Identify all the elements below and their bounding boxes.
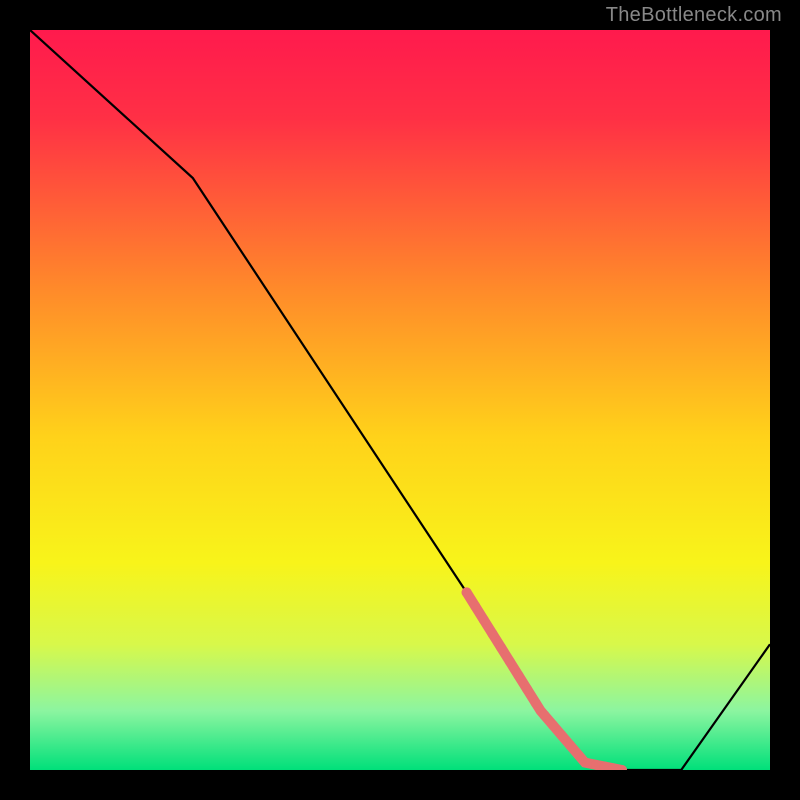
highlight-dot [557,730,567,740]
highlight-dot [488,629,498,639]
watermark-text: TheBottleneck.com [606,4,782,27]
highlight-dot [548,720,558,730]
highlight-dot [513,670,523,680]
highlight-dot [479,615,489,625]
highlight-dot [582,758,592,768]
highlight-dot [496,643,506,653]
highlight-dot [574,750,584,760]
highlight-dot [565,740,575,750]
highlight-dot [462,587,472,597]
highlight-dot [539,710,549,720]
highlight-dot [531,698,541,708]
highlight-dot [522,684,532,694]
bottleneck-chart [30,30,770,770]
highlight-dot [470,601,480,611]
highlight-dot [591,760,601,770]
highlight-dot [505,656,515,666]
chart-background [30,30,770,770]
